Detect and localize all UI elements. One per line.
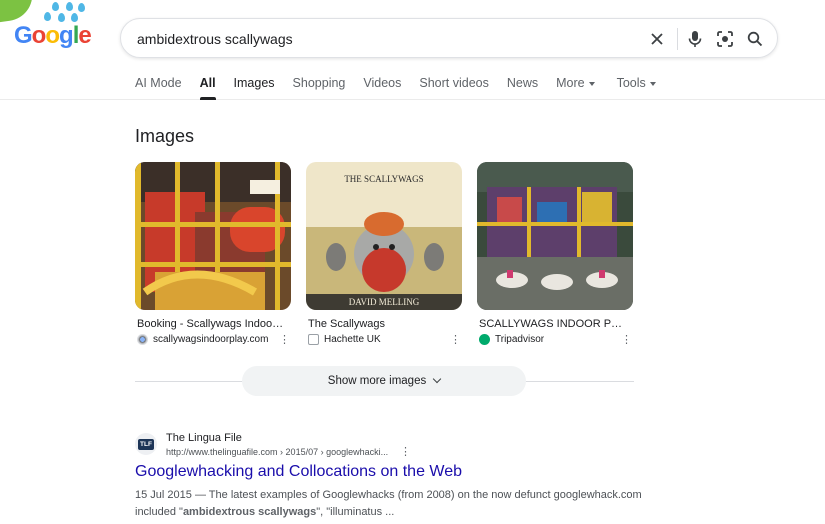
google-doodle-logo[interactable]: Google xyxy=(0,0,100,60)
image-card-source[interactable]: Hachette UK ⋮ xyxy=(306,333,462,346)
result-url[interactable]: http://www.thelinguafile.com › 2015/07 ›… xyxy=(166,447,388,457)
raindrop-icon xyxy=(66,2,73,11)
raindrop-icon xyxy=(78,3,85,12)
book-cover-author: DAVID MELLING xyxy=(349,297,420,307)
image-card-title[interactable]: The Scallywags xyxy=(306,318,456,330)
globe-icon xyxy=(137,334,148,345)
lens-camera-icon[interactable] xyxy=(715,29,735,49)
chevron-down-icon xyxy=(649,81,656,86)
image-thumbnail[interactable] xyxy=(135,162,291,310)
image-card[interactable]: SCALLYWAGS INDOOR PLAY ... Tripadvisor ⋮ xyxy=(477,162,633,346)
show-more-images-button[interactable]: Show more images xyxy=(242,366,526,396)
image-card-source[interactable]: scallywagsindoorplay.com ⋮ xyxy=(135,333,291,346)
images-heading: Images xyxy=(135,126,195,146)
raindrop-icon xyxy=(71,13,78,22)
raindrop-icon xyxy=(58,13,65,22)
book-cover-title: THE SCALLYWAGS xyxy=(344,174,423,184)
result-title-link[interactable]: Googlewhacking and Collocations on the W… xyxy=(135,463,462,481)
search-icon[interactable] xyxy=(745,29,765,49)
tab-shopping[interactable]: Shopping xyxy=(293,76,346,100)
site-favicon[interactable]: TLF xyxy=(135,433,157,455)
chevron-down-icon xyxy=(432,374,442,384)
image-card-source[interactable]: Tripadvisor ⋮ xyxy=(477,333,633,346)
tab-videos[interactable]: Videos xyxy=(363,76,401,100)
image-thumbnail[interactable]: THE SCALLYWAGS DAVID MELLING xyxy=(306,162,462,310)
more-options-icon[interactable]: ⋮ xyxy=(279,333,290,346)
divider xyxy=(677,28,678,50)
tab-short-videos[interactable]: Short videos xyxy=(419,76,488,100)
image-thumbnail[interactable] xyxy=(477,162,633,310)
result-snippet: 15 Jul 2015 — The latest examples of Goo… xyxy=(135,489,642,518)
image-card[interactable]: THE SCALLYWAGS DAVID MELLING The Scallyw… xyxy=(306,162,462,346)
tab-news[interactable]: News xyxy=(507,76,538,100)
image-card-title[interactable]: SCALLYWAGS INDOOR PLAY ... xyxy=(477,318,627,330)
tools-button[interactable]: Tools xyxy=(617,76,656,100)
chevron-down-icon xyxy=(588,81,595,86)
search-tabs: AI Mode All Images Shopping Videos Short… xyxy=(135,76,674,100)
search-input[interactable] xyxy=(137,28,617,50)
logo-wordmark: Google xyxy=(14,22,92,49)
image-card-title[interactable]: Booking - Scallywags Indoor ... xyxy=(135,318,285,330)
leaf-decoration xyxy=(0,0,36,23)
more-options-icon[interactable]: ⋮ xyxy=(400,445,411,458)
tripadvisor-icon xyxy=(479,334,490,345)
more-options-icon[interactable]: ⋮ xyxy=(450,333,461,346)
tab-images[interactable]: Images xyxy=(234,76,275,100)
image-card[interactable]: Booking - Scallywags Indoor ... scallywa… xyxy=(135,162,291,346)
hachette-icon xyxy=(308,334,319,345)
search-box[interactable] xyxy=(120,18,778,58)
raindrop-icon xyxy=(44,12,51,21)
more-options-icon[interactable]: ⋮ xyxy=(621,333,632,346)
tab-ai-mode[interactable]: AI Mode xyxy=(135,76,182,100)
header: Google AI Mode All Images Shopping Video… xyxy=(0,0,825,100)
tab-all[interactable]: All xyxy=(199,76,216,100)
raindrop-icon xyxy=(52,2,59,11)
result-site-name[interactable]: The Lingua File xyxy=(166,432,242,444)
image-cards: Booking - Scallywags Indoor ... scallywa… xyxy=(135,162,633,346)
microphone-icon[interactable] xyxy=(685,29,705,49)
tab-more[interactable]: More xyxy=(556,76,595,100)
clear-icon[interactable] xyxy=(647,29,667,49)
